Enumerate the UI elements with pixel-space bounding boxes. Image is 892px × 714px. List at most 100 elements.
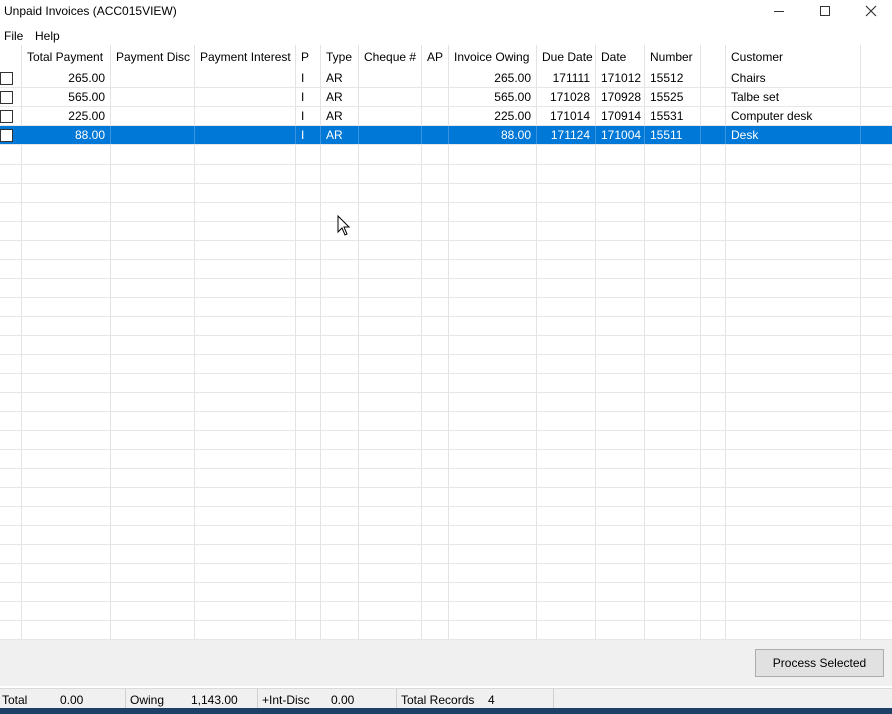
status-separator <box>396 689 397 709</box>
invoice-owing-cell: 565.00 <box>449 88 537 106</box>
p-cell: I <box>296 107 321 125</box>
grid-line <box>0 620 892 621</box>
header-p[interactable]: P <box>296 45 321 69</box>
window-title: Unpaid Invoices (ACC015VIEW) <box>4 4 177 18</box>
cheque-cell <box>359 69 422 87</box>
grid-line <box>0 449 892 450</box>
header-payment-interest[interactable]: Payment Interest <box>195 45 296 69</box>
number-cell: 15531 <box>645 107 701 125</box>
action-panel: Process Selected <box>0 640 892 686</box>
extra-cell <box>701 107 726 125</box>
invoice-owing-cell: 225.00 <box>449 107 537 125</box>
extra-cell <box>701 126 726 144</box>
row-checkbox[interactable] <box>0 91 13 104</box>
title-bar: Unpaid Invoices (ACC015VIEW) <box>0 0 892 24</box>
owing-value: 1,143.00 <box>191 693 238 707</box>
payment-interest-cell <box>195 88 296 106</box>
int-disc-value: 0.00 <box>331 693 355 707</box>
header-type[interactable]: Type <box>321 45 359 69</box>
header-cheque[interactable]: Cheque # <box>359 45 422 69</box>
payment-disc-cell <box>111 69 195 87</box>
grid-line <box>0 354 892 355</box>
status-bar: Total 0.00 Owing 1,143.00 +Int-Disc 0.00… <box>0 688 892 709</box>
ap-cell <box>422 126 449 144</box>
grid-line <box>0 259 892 260</box>
header-ap[interactable]: AP <box>422 45 449 69</box>
payment-interest-cell <box>195 69 296 87</box>
grid-line <box>0 335 892 336</box>
status-separator <box>125 689 126 709</box>
grid-line <box>0 506 892 507</box>
grid-line <box>0 487 892 488</box>
status-separator <box>257 689 258 709</box>
table-row[interactable]: 265.00 I AR 265.00 171111 171012 15512 C… <box>0 69 892 88</box>
grid-line <box>0 392 892 393</box>
table-row[interactable]: 565.00 I AR 565.00 171028 170928 15525 T… <box>0 88 892 107</box>
row-checkbox[interactable] <box>0 110 13 123</box>
total-payment-cell: 265.00 <box>22 69 111 87</box>
grid-line <box>0 278 892 279</box>
date-cell: 171012 <box>596 69 645 87</box>
grid-line <box>0 601 892 602</box>
total-label: Total <box>2 693 28 707</box>
total-payment-cell: 565.00 <box>22 88 111 106</box>
header-due-date[interactable]: Due Date <box>537 45 596 69</box>
minimize-button[interactable] <box>756 0 802 22</box>
customer-cell: Talbe set <box>726 88 861 106</box>
customer-cell: Computer desk <box>726 107 861 125</box>
invoice-grid[interactable]: Total Payment Payment Disc Payment Inter… <box>0 45 892 640</box>
type-cell: AR <box>321 107 359 125</box>
type-cell: AR <box>321 69 359 87</box>
total-records-value: 4 <box>488 693 495 707</box>
row-checkbox[interactable] <box>0 72 13 85</box>
grid-line <box>0 316 892 317</box>
maximize-button[interactable] <box>802 0 848 22</box>
total-payment-cell: 225.00 <box>22 107 111 125</box>
header-checkbox-col[interactable] <box>0 45 22 69</box>
status-separator <box>553 689 554 709</box>
due-date-cell: 171014 <box>537 107 596 125</box>
invoice-owing-cell: 265.00 <box>449 69 537 87</box>
grid-header: Total Payment Payment Disc Payment Inter… <box>0 45 892 69</box>
extra-cell <box>701 88 726 106</box>
grid-line <box>0 202 892 203</box>
process-selected-button[interactable]: Process Selected <box>755 649 884 677</box>
close-button[interactable] <box>848 0 892 22</box>
cheque-cell <box>359 126 422 144</box>
row-checkbox[interactable] <box>0 129 13 142</box>
due-date-cell: 171028 <box>537 88 596 106</box>
number-cell: 15511 <box>645 126 701 144</box>
date-cell: 171004 <box>596 126 645 144</box>
payment-disc-cell <box>111 107 195 125</box>
header-total-payment[interactable]: Total Payment <box>22 45 111 69</box>
number-cell: 15525 <box>645 88 701 106</box>
grid-line <box>0 164 892 165</box>
total-value: 0.00 <box>60 693 84 707</box>
header-extra[interactable] <box>701 45 726 69</box>
p-cell: I <box>296 69 321 87</box>
grid-line <box>0 563 892 564</box>
customer-cell: Chairs <box>726 69 861 87</box>
type-cell: AR <box>321 126 359 144</box>
maximize-icon <box>820 6 830 16</box>
grid-line <box>0 297 892 298</box>
payment-disc-cell <box>111 126 195 144</box>
menu-help[interactable]: Help <box>35 29 60 43</box>
menu-file[interactable]: File <box>4 29 23 43</box>
total-records-label: Total Records <box>401 693 475 707</box>
date-cell: 170928 <box>596 88 645 106</box>
grid-line <box>0 240 892 241</box>
header-date[interactable]: Date <box>596 45 645 69</box>
grid-line <box>0 525 892 526</box>
table-row[interactable]: 225.00 I AR 225.00 171014 170914 15531 C… <box>0 107 892 126</box>
header-payment-disc[interactable]: Payment Disc <box>111 45 195 69</box>
p-cell: I <box>296 88 321 106</box>
grid-line <box>0 582 892 583</box>
payment-disc-cell <box>111 88 195 106</box>
date-cell: 170914 <box>596 107 645 125</box>
grid-line <box>0 373 892 374</box>
table-row-selected[interactable]: 88.00 I AR 88.00 171124 171004 15511 Des… <box>0 126 892 145</box>
header-number[interactable]: Number <box>645 45 701 69</box>
header-customer[interactable]: Customer <box>726 45 861 69</box>
header-invoice-owing[interactable]: Invoice Owing <box>449 45 537 69</box>
